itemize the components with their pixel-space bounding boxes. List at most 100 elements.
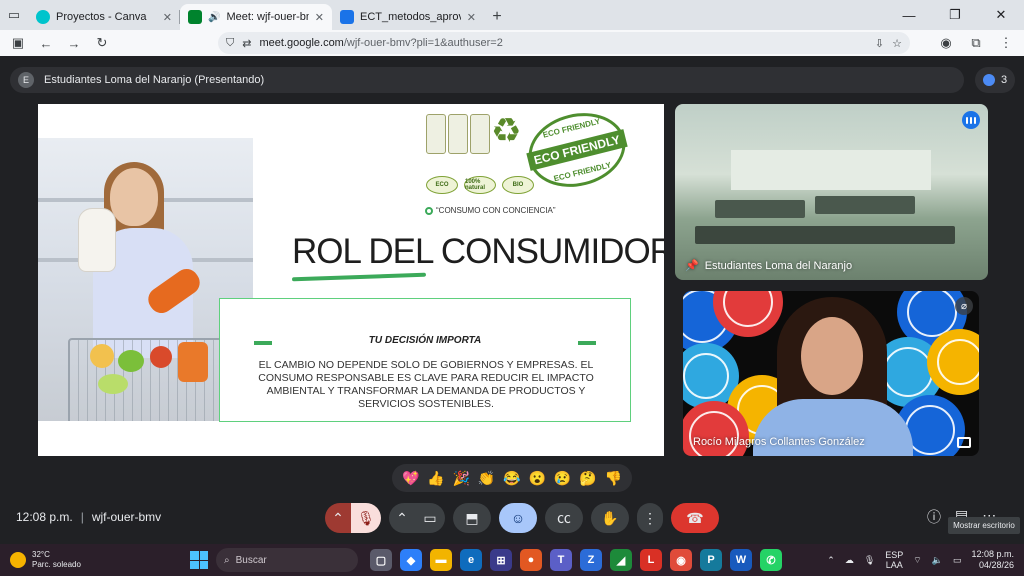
close-icon[interactable]: ✕ xyxy=(163,11,172,24)
l-app-icon[interactable]: L xyxy=(640,549,662,571)
person-face xyxy=(801,317,863,395)
mic-options-chevron-icon[interactable]: ⌃ xyxy=(325,503,351,533)
file-explorer-icon[interactable]: ▬ xyxy=(430,549,452,571)
reaction-thumbs-up[interactable]: 👍 xyxy=(427,470,444,487)
chrome-icon[interactable]: ◉ xyxy=(670,549,692,571)
whatsapp-icon[interactable]: ✆ xyxy=(760,549,782,571)
address-bar[interactable]: ⛉ ⇄ meet.google.com/wjf-ouer-bmv?pli=1&a… xyxy=(218,32,910,54)
meeting-time: 12:08 p.m. xyxy=(16,510,73,524)
reaction-party[interactable]: 🎉 xyxy=(453,470,470,487)
chevron-up-icon[interactable]: ⌃ xyxy=(827,555,835,566)
reaction-thinking[interactable]: 🤔 xyxy=(579,470,596,487)
battery-icon[interactable]: ▭ xyxy=(953,555,962,566)
camera-button[interactable]: ▭ xyxy=(415,503,445,533)
green-app-icon[interactable]: ◢ xyxy=(610,549,632,571)
close-icon[interactable]: ✕ xyxy=(467,11,476,24)
wifi-icon[interactable]: ⌔ xyxy=(913,555,921,566)
info-box: TU DECISIÓN IMPORTA EL CAMBIO NO DEPENDE… xyxy=(219,298,631,422)
participants-button[interactable]: 3 xyxy=(975,67,1015,93)
taskbar-search[interactable]: ⌕ Buscar xyxy=(216,548,358,572)
divider: | xyxy=(80,510,84,524)
emoji-reactions-button[interactable]: ☺ xyxy=(499,503,537,533)
toolbar-right: ◉ ⧉ ⋮ xyxy=(934,32,1018,54)
reaction-heart[interactable]: 💖 xyxy=(402,470,419,487)
produce xyxy=(98,374,128,394)
edge-icon[interactable]: e xyxy=(460,549,482,571)
window-controls: — ❐ ✕ xyxy=(886,0,1024,30)
reaction-clap[interactable]: 👏 xyxy=(478,470,495,487)
more-options-icon[interactable]: ⋮ xyxy=(637,503,663,533)
store-icon[interactable]: ⊞ xyxy=(490,549,512,571)
eco-tag xyxy=(470,114,490,154)
slide-title: ROL DEL CONSUMIDOR xyxy=(292,232,664,271)
volume-icon[interactable]: 🔈 xyxy=(932,555,943,566)
pinned-apps: ▢ ◆ ▬ e ⊞ ● T Z ◢ L ◉ P W ✆ xyxy=(370,549,782,571)
zoom-icon[interactable]: Z xyxy=(580,549,602,571)
reaction-surprised[interactable]: 😮 xyxy=(529,470,546,487)
eco-tag xyxy=(426,114,446,154)
reaction-sad[interactable]: 😢 xyxy=(554,470,571,487)
task-view-icon[interactable]: ▢ xyxy=(370,549,392,571)
sidebar-icon[interactable]: ▣ xyxy=(6,32,30,54)
copilot-icon[interactable]: ◆ xyxy=(400,549,422,571)
reaction-thumbs-down[interactable]: 👎 xyxy=(605,470,622,487)
install-app-icon[interactable]: ⇩ xyxy=(875,37,884,50)
tab-canva[interactable]: Proyectos - Canva ✕ xyxy=(28,4,180,30)
tab-label: Proyectos - Canva xyxy=(56,11,147,23)
room-wall xyxy=(731,150,931,190)
p-app-icon[interactable]: P xyxy=(700,549,722,571)
microphone-icon[interactable]: 🎙 xyxy=(864,555,875,566)
weather-widget[interactable]: 32°C Parc. soleado xyxy=(10,550,190,570)
presenter-banner[interactable]: E Estudiantes Loma del Naranjo (Presenta… xyxy=(10,67,964,93)
menu-icon[interactable]: ⋮ xyxy=(994,32,1018,54)
site-info-icon[interactable]: ⛉ xyxy=(226,37,234,50)
restore-icon[interactable]: ❐ xyxy=(932,0,978,30)
box-body: EL CAMBIO NO DEPENDE SOLO DE GOBIERNOS Y… xyxy=(258,359,594,410)
title-underline xyxy=(291,272,427,282)
profile-icon[interactable]: ◉ xyxy=(934,32,958,54)
people-icon xyxy=(982,74,995,86)
system-clock[interactable]: 12:08 p.m. 04/28/26 xyxy=(971,549,1014,571)
reaction-laugh[interactable]: 😂 xyxy=(503,470,520,487)
leave-call-button[interactable]: ☎ xyxy=(671,503,719,533)
tab-docs[interactable]: ECT_metodos_aprovechar_meta ✕ xyxy=(332,4,484,30)
participant-tile-person[interactable]: ⌀ Rocío Milagros Collantes González xyxy=(683,291,979,456)
tab-label: Meet: wjf-ouer-bmv xyxy=(226,11,308,23)
pin-icon[interactable]: 📌 xyxy=(685,259,699,272)
reload-icon[interactable]: ↻ xyxy=(90,32,114,54)
tab-meet[interactable]: 🔊 Meet: wjf-ouer-bmv ✕ xyxy=(180,4,332,30)
camera-options-chevron-icon[interactable]: ⌃ xyxy=(389,503,415,533)
call-controls: ⌃ 🎙 ⌃ ▭ ⬒ ☺ ㏄ ✋ ⋮ ☎ xyxy=(325,503,719,533)
close-window-icon[interactable]: ✕ xyxy=(978,0,1024,30)
back-icon[interactable]: ← xyxy=(34,32,58,54)
raise-hand-button[interactable]: ✋ xyxy=(591,503,629,533)
url-text: meet.google.com/wjf-ouer-bmv?pli=1&authu… xyxy=(259,37,503,49)
bookmark-star-icon[interactable]: ☆ xyxy=(892,37,902,50)
firefox-icon[interactable]: ● xyxy=(520,549,542,571)
present-screen-button[interactable]: ⬒ xyxy=(453,503,491,533)
minimize-icon[interactable]: — xyxy=(886,0,932,30)
tagline: “CONSUMO CON CONCIENCIA” xyxy=(425,206,556,215)
windows-start-icon[interactable] xyxy=(190,551,208,569)
speaker-icon[interactable]: 🔊 xyxy=(208,12,220,23)
permissions-icon[interactable]: ⇄ xyxy=(242,37,251,50)
box-heading: TU DECISIÓN IMPORTA xyxy=(368,335,482,346)
language-indicator[interactable]: ESP LAA xyxy=(885,550,903,570)
cloud-icon[interactable]: ☁ xyxy=(845,555,854,566)
eco-badge: ECO xyxy=(426,176,458,194)
close-icon[interactable]: ✕ xyxy=(315,11,324,24)
forward-icon[interactable]: → xyxy=(62,32,86,54)
word-icon[interactable]: W xyxy=(730,549,752,571)
teams-icon[interactable]: T xyxy=(550,549,572,571)
captions-button[interactable]: ㏄ xyxy=(545,503,583,533)
participant-tile-room[interactable]: 📌 Estudiantes Loma del Naranjo xyxy=(675,104,988,280)
meeting-details-icon[interactable]: ⓘ xyxy=(927,507,941,527)
mic-off-button[interactable]: 🎙 xyxy=(351,503,381,533)
new-tab-button[interactable]: + xyxy=(484,4,510,30)
tab-actions-icon[interactable]: ▭ xyxy=(0,0,28,30)
extensions-icon[interactable]: ⧉ xyxy=(964,32,988,54)
cast-icon xyxy=(957,437,971,448)
desk xyxy=(715,200,805,218)
leaf-icon xyxy=(425,206,433,215)
eco-badges: ECO 100% natural BIO xyxy=(426,176,534,194)
